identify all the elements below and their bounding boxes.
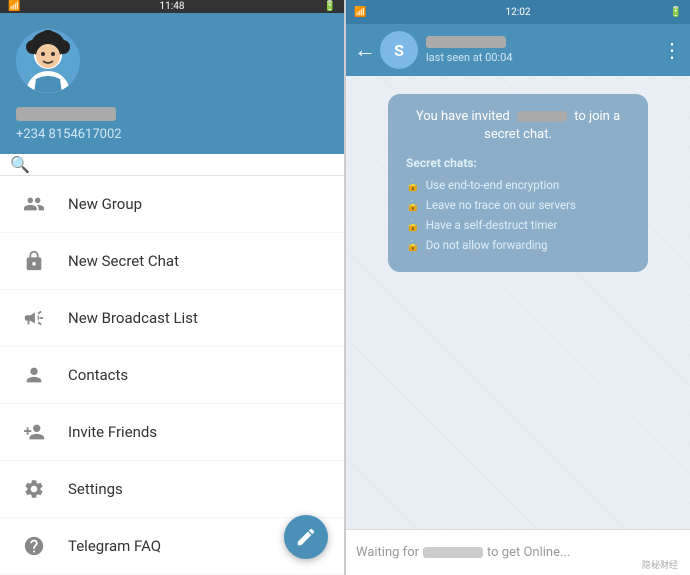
group-icon xyxy=(20,190,48,218)
left-panel: 📶 11:48 🔋 xyxy=(0,0,344,575)
invited-name-blur xyxy=(517,111,567,122)
search-icon: 🔍 xyxy=(10,155,30,174)
profile-avatar-area xyxy=(16,29,328,93)
watermark: 隐秘财经 xyxy=(642,558,678,571)
right-carrier: 📶 xyxy=(354,7,366,18)
menu-item-settings[interactable]: Settings xyxy=(0,461,344,518)
chat-header-name-blur xyxy=(426,36,506,48)
left-carrier: 📶 xyxy=(8,1,20,12)
feature-lock-icon-4: 🔒 xyxy=(406,239,420,252)
invite-friends-label: Invite Friends xyxy=(68,423,157,441)
messages-area[interactable]: You have invited to join a secret chat. … xyxy=(346,76,690,529)
left-header: +234 8154617002 xyxy=(0,13,344,154)
menu-item-contacts[interactable]: Contacts xyxy=(0,347,344,404)
fab-compose[interactable] xyxy=(284,515,328,559)
feature-lock-icon-3: 🔒 xyxy=(406,219,420,232)
secret-feature-4: 🔒 Do not allow forwarding xyxy=(406,238,630,252)
new-secret-chat-label: New Secret Chat xyxy=(68,252,179,270)
secret-feature-3: 🔒 Have a self-destruct timer xyxy=(406,218,630,232)
waiting-prefix: Waiting for xyxy=(356,545,419,560)
chat-header-avatar: S xyxy=(380,31,418,69)
chat-input-area: Waiting for to get Online... 隐秘财经 xyxy=(346,529,690,575)
waiting-suffix: to get Online... xyxy=(487,545,570,560)
secret-feature-2: 🔒 Leave no trace on our servers xyxy=(406,198,630,212)
profile-phone: +234 8154617002 xyxy=(16,127,328,142)
broadcast-icon xyxy=(20,304,48,332)
invite-icon xyxy=(20,418,48,446)
chat-header: ← S last seen at 00:04 ⋮ xyxy=(346,24,690,76)
settings-label: Settings xyxy=(68,480,123,498)
help-icon xyxy=(20,532,48,560)
right-time: 12:02 xyxy=(506,7,531,18)
menu-item-new-group[interactable]: New Group xyxy=(0,176,344,233)
contact-name-blur xyxy=(423,547,483,558)
faq-label: Telegram FAQ xyxy=(68,537,161,555)
secret-subheading: Secret chats: xyxy=(406,156,630,170)
right-panel: 📶 12:02 🔋 ← S last seen at 00:04 ⋮ You h… xyxy=(346,0,690,575)
status-bar-left: 📶 11:48 🔋 xyxy=(0,0,344,13)
new-broadcast-label: New Broadcast List xyxy=(68,309,198,327)
chat-header-info: last seen at 00:04 xyxy=(426,36,662,64)
secret-feature-1: 🔒 Use end-to-end encryption xyxy=(406,178,630,192)
secret-chat-info-bubble: You have invited to join a secret chat. … xyxy=(388,94,648,272)
lock-icon xyxy=(20,247,48,275)
menu-item-new-secret-chat[interactable]: New Secret Chat xyxy=(0,233,344,290)
left-time: 11:48 xyxy=(160,1,185,12)
profile-name-blur xyxy=(16,107,116,121)
secret-invited-text: You have invited to join a secret chat. xyxy=(406,108,630,144)
chat-header-status: last seen at 00:04 xyxy=(426,51,662,64)
contacts-label: Contacts xyxy=(68,366,128,384)
more-button[interactable]: ⋮ xyxy=(662,38,682,62)
back-button[interactable]: ← xyxy=(354,37,376,63)
status-bar-right: 📶 12:02 🔋 xyxy=(346,0,690,24)
left-battery: 🔋 xyxy=(324,1,336,12)
settings-icon xyxy=(20,475,48,503)
feature-lock-icon-2: 🔒 xyxy=(406,199,420,212)
contacts-icon xyxy=(20,361,48,389)
feature-lock-icon-1: 🔒 xyxy=(406,179,420,192)
menu-item-invite-friends[interactable]: Invite Friends xyxy=(0,404,344,461)
input-waiting-text: Waiting for to get Online... xyxy=(356,545,680,560)
menu-item-new-broadcast[interactable]: New Broadcast List xyxy=(0,290,344,347)
search-bar[interactable]: 🔍 xyxy=(0,154,344,176)
right-battery: 🔋 xyxy=(670,7,682,18)
new-group-label: New Group xyxy=(68,195,142,213)
profile-avatar xyxy=(16,29,80,93)
menu-list: New Group New Secret Chat New Broadcast … xyxy=(0,176,344,575)
